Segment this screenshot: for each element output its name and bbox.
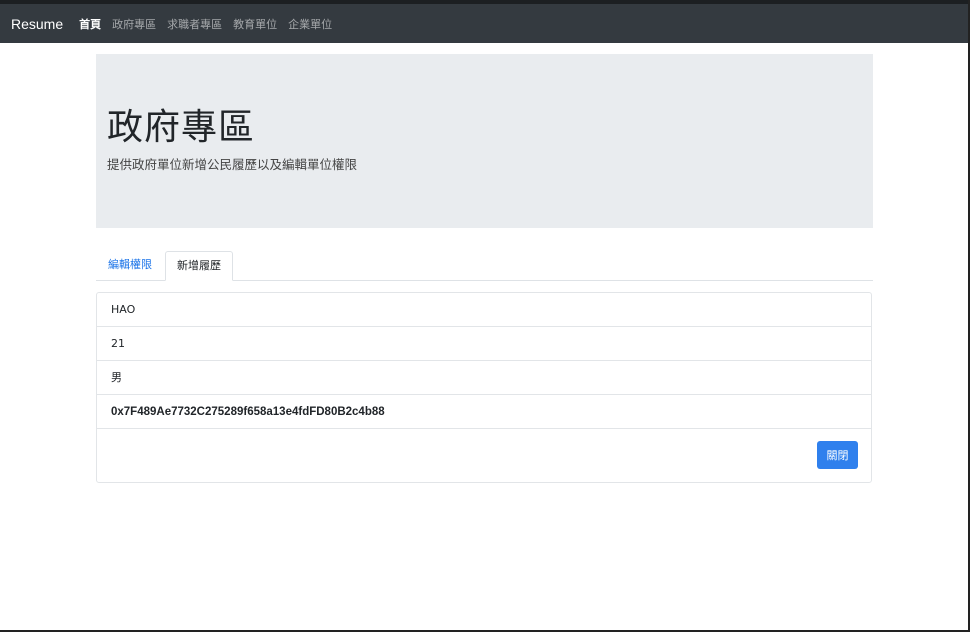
resume-wallet-address: 0x7F489Ae7732C275289f658a13e4fdFD80B2c4b… bbox=[97, 395, 871, 429]
resume-gender: 男 bbox=[97, 361, 871, 395]
resume-name: HAO bbox=[97, 293, 871, 327]
resume-age: 21 bbox=[97, 327, 871, 361]
navbar-brand[interactable]: Resume bbox=[11, 16, 63, 32]
nav-link-enterprise[interactable]: 企業單位 bbox=[288, 16, 332, 32]
nav-link-home[interactable]: 首頁 bbox=[79, 16, 101, 32]
nav-link-job-seeker[interactable]: 求職者專區 bbox=[167, 16, 222, 32]
navbar: Resume 首頁 政府專區 求職者專區 教育單位 企業單位 bbox=[0, 4, 968, 43]
page-title: 政府專區 bbox=[107, 107, 256, 148]
tab-edit-permission[interactable]: 編輯權限 bbox=[97, 251, 163, 279]
tab-add-resume[interactable]: 新增履歷 bbox=[165, 251, 233, 281]
close-button[interactable]: 關閉 bbox=[817, 441, 858, 469]
jumbotron: 政府專區 提供政府單位新增公民履歷以及編輯單位權限 bbox=[96, 54, 873, 228]
nav-link-education[interactable]: 教育單位 bbox=[233, 16, 277, 32]
card-footer: 關閉 bbox=[97, 429, 871, 482]
nav-link-government[interactable]: 政府專區 bbox=[112, 16, 156, 32]
resume-card: HAO 21 男 0x7F489Ae7732C275289f658a13e4fd… bbox=[96, 292, 872, 483]
page-description: 提供政府單位新增公民履歷以及編輯單位權限 bbox=[107, 157, 358, 172]
tab-bar: 編輯權限 新增履歷 bbox=[96, 251, 873, 281]
